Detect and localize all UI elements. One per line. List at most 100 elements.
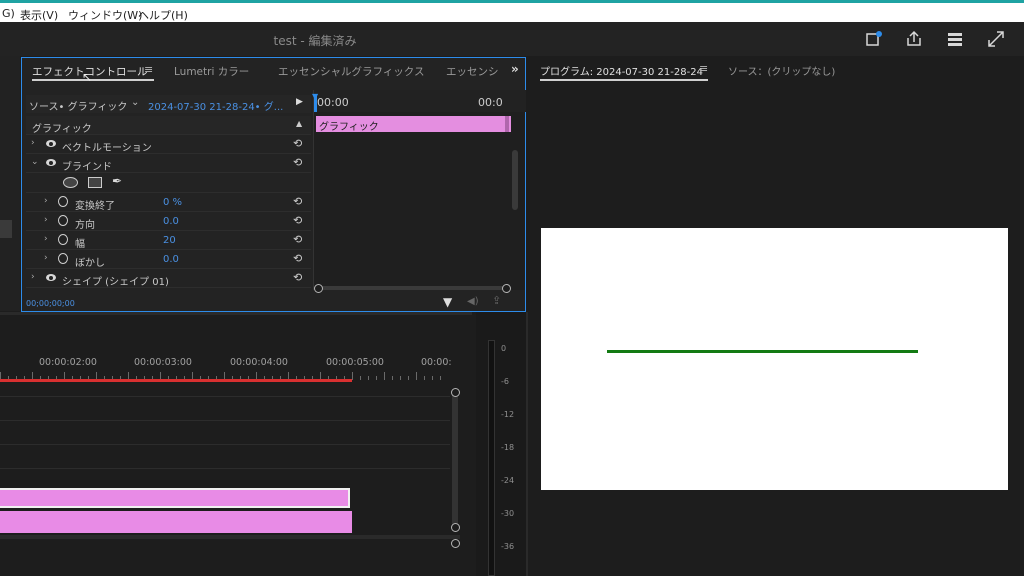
tab-lumetri-color[interactable]: Lumetri カラー: [174, 64, 249, 79]
expand-chevron-icon[interactable]: ›: [44, 253, 48, 263]
feather-label: ぼかし: [75, 258, 105, 269]
graphic-clip-bar[interactable]: グラフィック: [316, 116, 511, 133]
sequence-selector[interactable]: 2024-07-30 21-28-24• グ...: [148, 98, 283, 113]
green-line-graphic[interactable]: [607, 350, 918, 353]
feather-value[interactable]: 0.0: [163, 254, 179, 265]
share-icon[interactable]: [905, 30, 923, 48]
export-frame-icon[interactable]: ⇪: [492, 294, 501, 307]
expand-chevron-icon[interactable]: ›: [44, 234, 48, 244]
workspace-menu-icon[interactable]: [946, 30, 964, 48]
db-label: -24: [501, 476, 515, 485]
transition-completion-value[interactable]: 0 %: [163, 197, 182, 208]
fullscreen-icon[interactable]: [987, 30, 1005, 48]
collapse-up-icon[interactable]: ▲: [296, 119, 302, 128]
work-area-bar[interactable]: [0, 379, 352, 382]
chevron-down-icon[interactable]: ⌄: [131, 97, 139, 108]
left-panel-edge: [0, 56, 20, 311]
expand-chevron-icon[interactable]: ›: [31, 138, 35, 148]
ruler-tick: [376, 376, 377, 380]
reset-icon[interactable]: ⟲: [293, 271, 302, 284]
effect-controls-panel: エフェクトコントロール ≡ ↖ Lumetri カラー エッセンシャルグラフィッ…: [21, 57, 526, 312]
track-divider: [0, 420, 450, 421]
transition-completion-label: 変換終了: [75, 201, 115, 212]
ruler-tick: [384, 372, 385, 380]
expand-chevron-icon[interactable]: ›: [44, 196, 48, 206]
tab-essential-sound[interactable]: エッセンシ: [446, 64, 499, 79]
reset-icon[interactable]: ⟲: [293, 214, 302, 227]
timecode-label: 00:00:05:00: [326, 357, 384, 368]
section-header-label: グラフィック: [32, 124, 92, 135]
width-label: 幅: [75, 239, 85, 250]
vector-motion-row[interactable]: › ベクトルモーション ⟲: [26, 135, 311, 154]
menu-bar: G) 表示(V) ウィンドウ(W) ヘルプ(H): [0, 0, 1024, 22]
mask-tools-row: ✒: [26, 173, 311, 193]
feather-row[interactable]: › ぼかし 0.0 ⟲: [26, 250, 311, 269]
program-panel-menu-icon[interactable]: ≡: [699, 62, 708, 75]
eye-icon[interactable]: [46, 159, 56, 166]
play-audio-icon[interactable]: ◀): [467, 296, 479, 307]
menu-item-help[interactable]: ヘルプ(H): [138, 7, 188, 23]
zoom-scrollbar[interactable]: [320, 286, 510, 290]
footer-timecode[interactable]: 00;00;00;00: [26, 299, 75, 308]
panel-menu-icon[interactable]: ≡: [144, 63, 153, 76]
timeline-clip-selected[interactable]: [0, 488, 350, 508]
reset-icon[interactable]: ⟲: [293, 195, 302, 208]
reset-icon[interactable]: ⟲: [293, 137, 302, 150]
direction-value[interactable]: 0.0: [163, 216, 179, 227]
width-value[interactable]: 20: [163, 235, 176, 246]
timeline-vertical-scrollbar[interactable]: [452, 390, 458, 526]
reset-icon[interactable]: ⟲: [293, 252, 302, 265]
stopwatch-icon[interactable]: [58, 234, 68, 245]
menu-item-view[interactable]: 表示(V): [20, 7, 58, 23]
scroll-handle-top[interactable]: [451, 388, 460, 397]
ruler-tick: [400, 376, 401, 380]
timecode-label: 00:00:: [421, 357, 452, 368]
expand-chevron-icon[interactable]: ›: [44, 215, 48, 225]
zoom-handle-left[interactable]: [314, 284, 323, 293]
direction-row[interactable]: › 方向 0.0 ⟲: [26, 212, 311, 231]
eye-icon[interactable]: [46, 274, 56, 281]
track-divider: [0, 468, 450, 469]
program-video-frame[interactable]: [541, 228, 1008, 490]
track-separator[interactable]: [0, 535, 460, 539]
expand-chevron-icon[interactable]: ›: [31, 272, 35, 282]
quick-export-icon[interactable]: [865, 30, 883, 48]
collapse-chevron-icon[interactable]: ⌄: [31, 157, 39, 167]
eye-icon[interactable]: [46, 140, 56, 147]
menu-item-window[interactable]: ウィンドウ(W): [68, 7, 142, 23]
reset-icon[interactable]: ⟲: [293, 233, 302, 246]
reset-icon[interactable]: ⟲: [293, 156, 302, 169]
left-panel-scroll-handle[interactable]: [0, 220, 12, 238]
stopwatch-icon[interactable]: [58, 215, 68, 226]
pen-mask-icon[interactable]: ✒: [112, 174, 122, 188]
transition-completion-row[interactable]: › 変換終了 0 % ⟲: [26, 193, 311, 212]
stopwatch-icon[interactable]: [58, 196, 68, 207]
playhead-marker-icon[interactable]: ▼: [312, 92, 318, 101]
clip-end-handle[interactable]: [505, 116, 509, 132]
ellipse-mask-icon[interactable]: [63, 177, 78, 188]
tab-source[interactable]: ソース：(クリップなし): [728, 63, 835, 78]
tab-essential-graphics[interactable]: エッセンシャルグラフィックス: [278, 64, 424, 79]
vertical-scrollbar[interactable]: [512, 150, 518, 210]
filter-icon[interactable]: ▼: [443, 295, 452, 309]
ruler-tick: [416, 372, 417, 380]
zoom-handle-right[interactable]: [502, 284, 511, 293]
stopwatch-icon[interactable]: [58, 253, 68, 264]
shape-row[interactable]: › シェイプ (シェイプ 01) ⟲: [26, 269, 311, 288]
panel-divider[interactable]: [526, 312, 528, 576]
scroll-handle-audio[interactable]: [451, 539, 460, 548]
timeline-clip[interactable]: [0, 511, 352, 533]
menu-item-partial[interactable]: G): [2, 7, 15, 20]
play-only-icon[interactable]: ▶: [296, 97, 303, 107]
more-tabs-icon[interactable]: »: [511, 62, 519, 76]
db-label: 0: [501, 344, 507, 353]
blinds-effect-row[interactable]: ⌄ ブラインド ⟲: [26, 154, 311, 173]
tab-program[interactable]: プログラム: 2024-07-30 21-28-24: [540, 63, 703, 78]
scroll-handle-bottom[interactable]: [451, 523, 460, 532]
window-title: test - 編集済み: [273, 34, 357, 48]
source-selector-row: ソース• グラフィック ⌄ 2024-07-30 21-28-24• グ... …: [26, 95, 311, 113]
rectangle-mask-icon[interactable]: [88, 177, 102, 188]
effect-controls-timeline[interactable]: 00:00 00:0 ▼ グラフィック: [312, 90, 526, 293]
width-row[interactable]: › 幅 20 ⟲: [26, 231, 311, 250]
timecode-label: 00:00:02:00: [39, 357, 97, 368]
